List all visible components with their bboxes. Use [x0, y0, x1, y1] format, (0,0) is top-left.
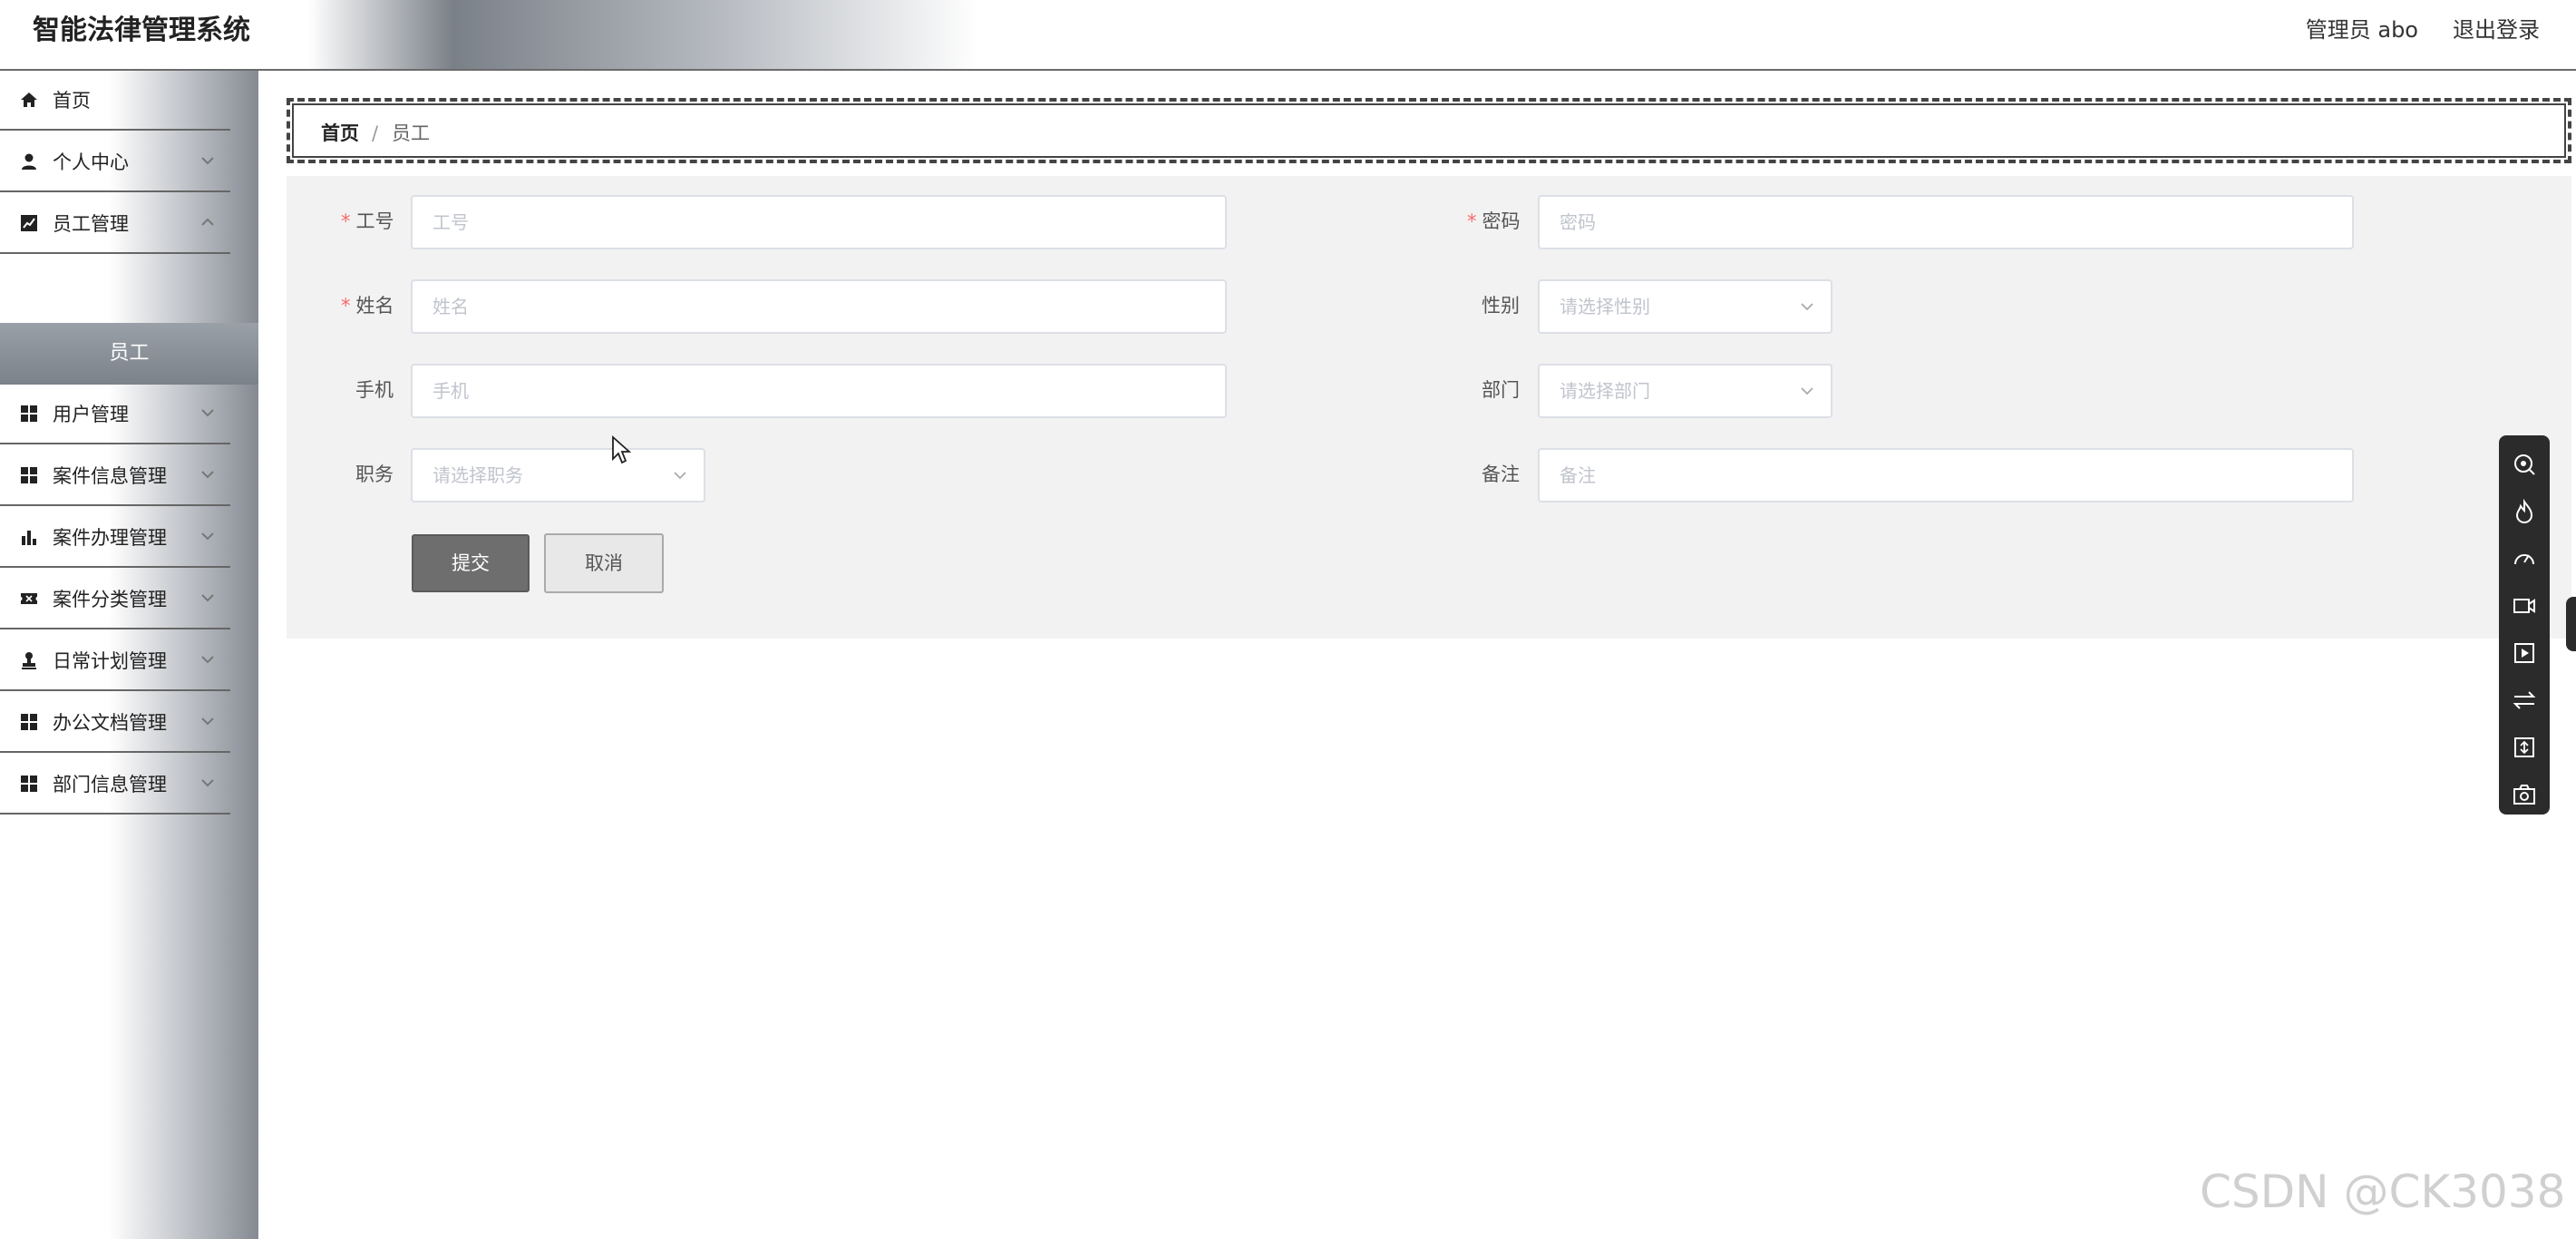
cancel-button[interactable]: 取消 — [544, 533, 664, 593]
gender-select-placeholder: 请选择性别 — [1560, 296, 1650, 317]
required-mark: * — [341, 210, 351, 232]
sidebar-item-label: 员工管理 — [53, 213, 129, 235]
name-label: * 姓名 — [341, 295, 394, 317]
current-user-label: 管理员 abo — [2305, 17, 2418, 43]
chevron-down-icon — [201, 532, 214, 541]
sidebar-item-label: 案件信息管理 — [53, 465, 167, 487]
chevron-down-icon — [201, 717, 214, 726]
sidebar-item-profile[interactable]: 个人中心 — [0, 132, 230, 192]
toolbar-collapse-tab[interactable] — [2566, 597, 2576, 651]
user-icon — [22, 153, 36, 170]
submit-button[interactable]: 提交 — [412, 534, 530, 592]
sidebar-item-department-management[interactable]: 部门信息管理 — [0, 755, 230, 815]
sidebar-item-label: 个人中心 — [53, 151, 129, 173]
sidebar-item-office-docs-management[interactable]: 办公文档管理 — [0, 693, 230, 753]
sidebar-item-label: 部门信息管理 — [53, 774, 167, 795]
phone-label: 手机 — [355, 379, 394, 401]
password-input[interactable]: 密码 — [1538, 195, 2354, 249]
chevron-down-icon — [201, 409, 214, 417]
play-frame-icon[interactable] — [2512, 640, 2537, 666]
breadcrumb-current: 员工 — [392, 122, 430, 144]
chart-line-icon — [21, 215, 37, 231]
chevron-down-icon — [674, 472, 686, 480]
grid-icon — [21, 714, 37, 730]
sidebar-item-case-handling-management[interactable]: 案件办理管理 — [0, 508, 230, 568]
grid-icon — [21, 405, 37, 422]
app-title: 智能法律管理系统 — [33, 15, 250, 46]
sidebar-item-daily-plan-management[interactable]: 日常计划管理 — [0, 631, 230, 691]
breadcrumb-home-link[interactable]: 首页 — [321, 120, 359, 147]
sidebar-subitem-staff[interactable]: 员工 — [0, 323, 258, 385]
swap-icon[interactable] — [2512, 688, 2537, 713]
position-label: 职务 — [355, 463, 394, 485]
sidebar-item-label: 首页 — [53, 90, 91, 112]
chevron-down-icon — [1801, 303, 1813, 311]
sidebar: 首页 个人中心 员工管理 员工 用户管理 案件信息管理 案件办理管理 案件分类管… — [0, 71, 258, 1239]
chevron-down-icon — [201, 656, 214, 664]
sidebar-item-home[interactable]: 首页 — [0, 71, 230, 131]
breadcrumb-separator: / — [372, 122, 379, 144]
sidebar-item-case-info-management[interactable]: 案件信息管理 — [0, 446, 230, 506]
chevron-down-icon — [201, 471, 214, 479]
logout-link[interactable]: 退出登录 — [2453, 15, 2540, 45]
speed-icon[interactable] — [2512, 546, 2537, 571]
sidebar-item-case-category-management[interactable]: 案件分类管理 — [0, 570, 230, 629]
sidebar-item-user-management[interactable]: 用户管理 — [0, 385, 230, 444]
job-no-input[interactable]: 工号 — [411, 195, 1227, 249]
stamp-icon — [22, 652, 36, 669]
sidebar-item-staff-management[interactable]: 员工管理 — [0, 194, 230, 254]
grid-icon — [21, 467, 37, 483]
department-select-placeholder: 请选择部门 — [1560, 380, 1650, 402]
position-select-placeholder: 请选择职务 — [433, 464, 523, 486]
breadcrumb: 首页 / 员工 — [287, 98, 2571, 163]
top-header: 智能法律管理系统 管理员 abo 退出登录 — [0, 0, 2576, 71]
grid-icon — [21, 776, 37, 792]
remark-input[interactable]: 备注 — [1538, 448, 2354, 502]
chevron-down-icon — [1801, 387, 1813, 395]
floating-toolbar — [2499, 435, 2550, 815]
chevron-down-icon — [201, 779, 214, 787]
bar-chart-icon — [22, 531, 36, 545]
department-label: 部门 — [1482, 379, 1520, 401]
sidebar-item-label: 案件分类管理 — [53, 589, 167, 610]
phone-input[interactable]: 手机 — [411, 364, 1227, 418]
required-mark: * — [1467, 210, 1477, 232]
chevron-down-icon — [201, 157, 214, 165]
mouse-cursor-icon — [612, 435, 631, 464]
remark-label: 备注 — [1482, 463, 1520, 485]
watermark: CSDN @CK3038 — [2200, 1166, 2566, 1218]
chevron-down-icon — [201, 218, 214, 226]
chevron-down-icon — [201, 594, 214, 602]
sidebar-item-label: 用户管理 — [53, 404, 129, 425]
sidebar-item-label: 办公文档管理 — [53, 712, 167, 734]
ticket-icon — [21, 593, 37, 604]
name-input[interactable]: 姓名 — [411, 279, 1227, 334]
sidebar-item-label: 日常计划管理 — [53, 650, 167, 672]
department-select[interactable]: 请选择部门 — [1538, 364, 1832, 418]
required-mark: * — [341, 295, 351, 317]
camera-icon[interactable] — [2512, 782, 2537, 807]
compress-icon[interactable] — [2512, 735, 2537, 760]
job-no-label: * 工号 — [341, 210, 394, 232]
gender-label: 性别 — [1482, 295, 1520, 317]
sidebar-item-label: 案件办理管理 — [53, 527, 167, 549]
video-record-icon[interactable] — [2512, 593, 2537, 619]
password-label: * 密码 — [1467, 210, 1521, 232]
search-target-icon[interactable] — [2512, 452, 2537, 477]
position-select[interactable]: 请选择职务 — [411, 448, 705, 502]
gender-select[interactable]: 请选择性别 — [1538, 279, 1832, 334]
home-icon — [21, 93, 37, 107]
flame-icon[interactable] — [2512, 499, 2537, 524]
